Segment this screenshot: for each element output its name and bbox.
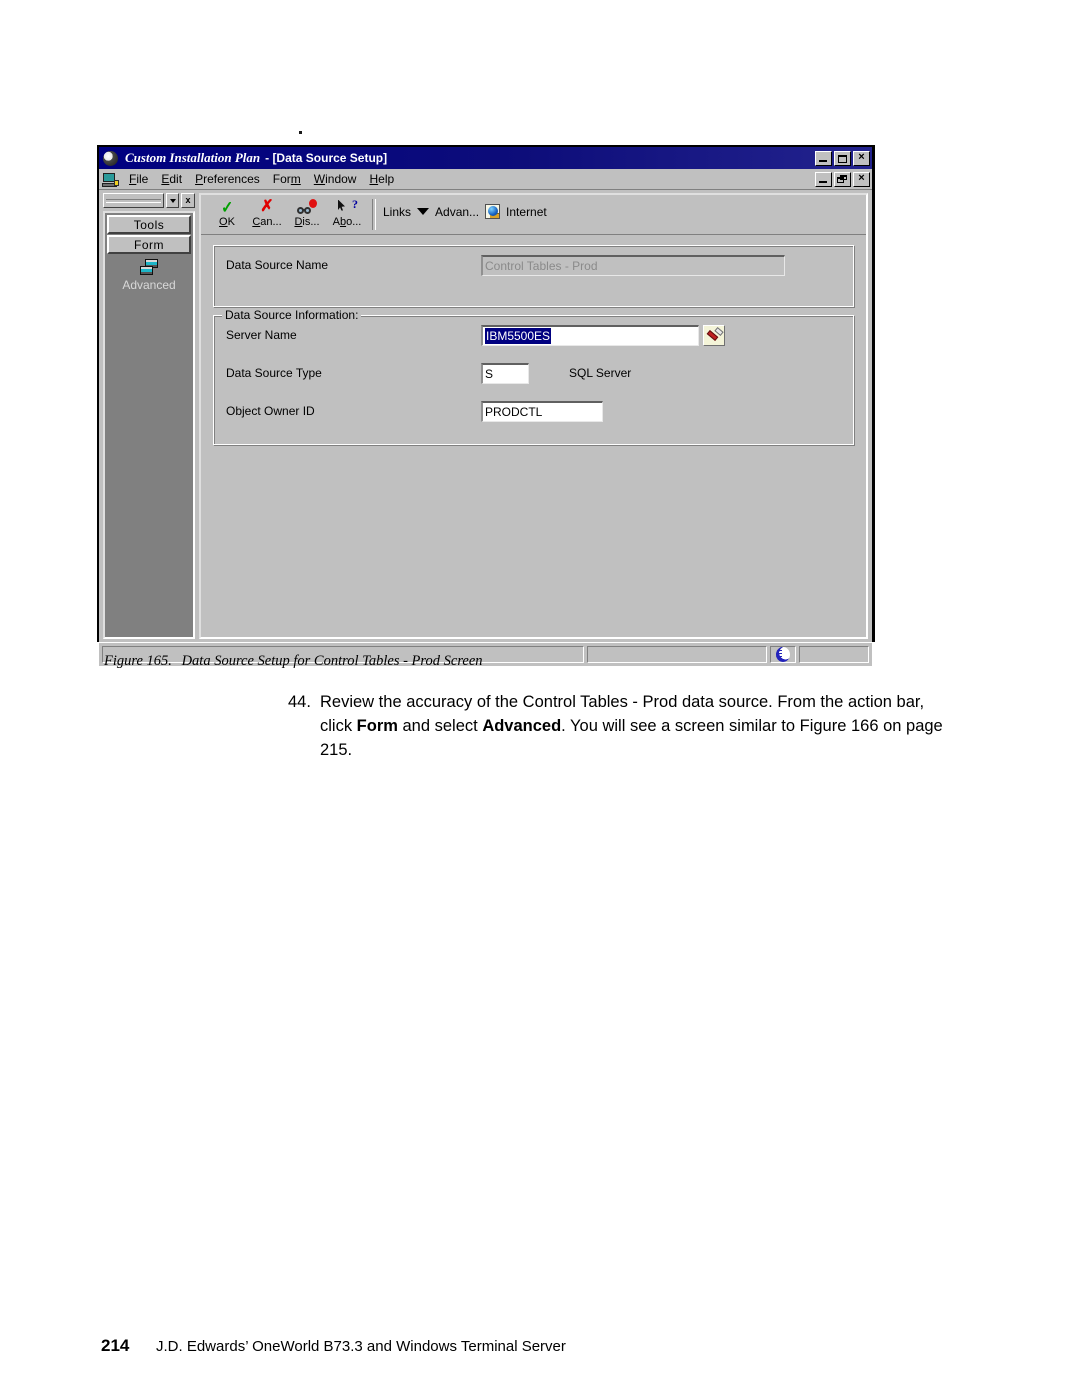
sidebar-combobox[interactable] [103,193,164,208]
terminal-icon [102,172,119,187]
toolbar-links-group: Links Advan... Internet [383,197,547,234]
toolbar: ✓ OK ✗ Can... Dis... ? Abo... Links Adva… [201,195,866,235]
window-controls: × [815,150,870,166]
x-icon: ✗ [260,198,274,215]
chevron-down-icon[interactable] [166,193,179,208]
page-artifact-dot [299,131,302,134]
menubar: FFileile Edit Preferences Form Window He… [99,169,872,190]
chevron-down-icon[interactable] [417,208,430,215]
sidebar-close-icon[interactable]: x [181,193,195,208]
window-titlebar: Custom Installation Plan - [Data Source … [99,147,872,169]
menu-item-edit[interactable]: Edit [155,171,189,187]
window-title-document: - [Data Source Setup] [265,151,388,165]
sidebar-button-tools[interactable]: Tools [107,215,191,234]
toolbar-advanced-link[interactable]: Advan... [435,205,479,219]
toolbar-separator [372,199,376,230]
step-paragraph: 44. Review the accuracy of the Control T… [288,690,956,762]
data-source-type-description: SQL Server [569,366,632,380]
sidebar-button-form[interactable]: Form [107,235,191,254]
server-name-value: IBM5500ES [485,327,552,344]
object-owner-id-row: Object Owner ID PRODCTL [226,392,841,430]
mdi-restore-button[interactable] [834,171,851,187]
close-button[interactable]: × [853,150,870,166]
flashlight-visual-assist-icon[interactable] [703,324,725,346]
check-icon: ✓ [220,197,234,217]
sidebar-panel: Tools Form Advanced [103,211,195,639]
toolbar-ok-button[interactable]: ✓ OK [207,197,247,234]
step-number: 44. [288,693,311,711]
menu-item-preferences[interactable]: Preferences [189,171,267,187]
step-text-bold-form: Form [356,717,398,735]
form-area: Data Source Name Control Tables - Prod D… [201,235,866,637]
sidebar: x Tools Form Advanced [103,193,195,639]
sidebar-item-advanced-label: Advanced [122,278,176,292]
mdi-close-button[interactable]: × [853,171,870,187]
toolbar-about-label: Abo... [332,216,362,228]
step-text-part2: and select [397,717,483,735]
data-source-name-label: Data Source Name [226,258,329,272]
data-source-information-group: Data Source Information: Server Name IBM… [213,308,854,445]
statusbar-end-pane [799,645,869,663]
minimize-button[interactable] [815,150,832,166]
server-name-label: Server Name [226,328,297,342]
menu-item-help[interactable]: Help [363,171,401,187]
step-text-bold-advanced: Advanced [482,717,562,735]
data-source-name-row: Data Source Name Control Tables - Prod [226,246,841,284]
step-text: Review the accuracy of the Control Table… [320,690,956,762]
menu-item-file[interactable]: FFileile [123,171,155,187]
object-owner-id-input[interactable]: PRODCTL [481,400,603,422]
mdi-minimize-button[interactable] [815,171,832,187]
figure-number: Figure 165. [104,653,172,669]
application-window: Custom Installation Plan - [Data Source … [97,145,875,666]
toolbar-display-label: Dis... [294,216,320,228]
data-source-information-legend: Data Source Information: [222,308,362,322]
maximize-button[interactable] [834,150,851,166]
toolbar-display-button[interactable]: Dis... [287,197,327,234]
internet-globe-icon[interactable] [485,204,501,219]
menu-item-window[interactable]: Window [308,171,364,187]
window-title-app: Custom Installation Plan [125,150,261,165]
data-source-name-group: Data Source Name Control Tables - Prod [213,245,854,307]
status-globe-icon [776,646,790,662]
figure-caption-text: Data Source Setup for Control Tables - P… [181,653,483,669]
object-owner-id-label: Object Owner ID [226,404,315,418]
statusbar-secondary-pane [587,645,767,663]
mdi-child-window: ✓ OK ✗ Can... Dis... ? Abo... Links Adva… [199,193,868,639]
figure-caption: Figure 165. Data Source Setup for Contro… [104,653,483,670]
data-source-type-input[interactable]: S [481,362,529,384]
page-footer: 214 J.D. Edwards’ OneWorld B73.3 and Win… [101,1336,566,1356]
mdi-window-controls: × [815,171,870,187]
stacked-forms-icon [138,259,160,277]
menu-item-form[interactable]: Form [267,171,308,187]
server-name-input[interactable]: IBM5500ES [481,324,699,346]
toolbar-about-button[interactable]: ? Abo... [327,197,367,234]
data-source-type-label: Data Source Type [226,366,322,380]
statusbar-globe-pane [770,645,796,663]
goggles-balloon-icon [296,198,318,216]
toolbar-cancel-button[interactable]: ✗ Can... [247,197,287,234]
data-source-name-input: Control Tables - Prod [481,254,785,276]
toolbar-cancel-label: Can... [252,216,282,228]
toolbar-links-label: Links [383,204,412,219]
footer-text: J.D. Edwards’ OneWorld B73.3 and Windows… [156,1338,566,1355]
cursor-question-icon: ? [336,198,358,216]
sidebar-header: x [103,193,195,208]
sidebar-item-advanced[interactable]: Advanced [107,259,191,292]
mdi-client-area: x Tools Form Advanced ✓ OK ✗ Can... Dis.… [99,190,872,642]
toolbar-ok-label: OK [219,216,235,228]
toolbar-internet-link[interactable]: Internet [506,205,547,219]
data-source-type-row: Data Source Type S SQL Server [226,354,841,392]
sphere-logo-icon [103,150,118,166]
footer-page-number: 214 [101,1336,130,1355]
